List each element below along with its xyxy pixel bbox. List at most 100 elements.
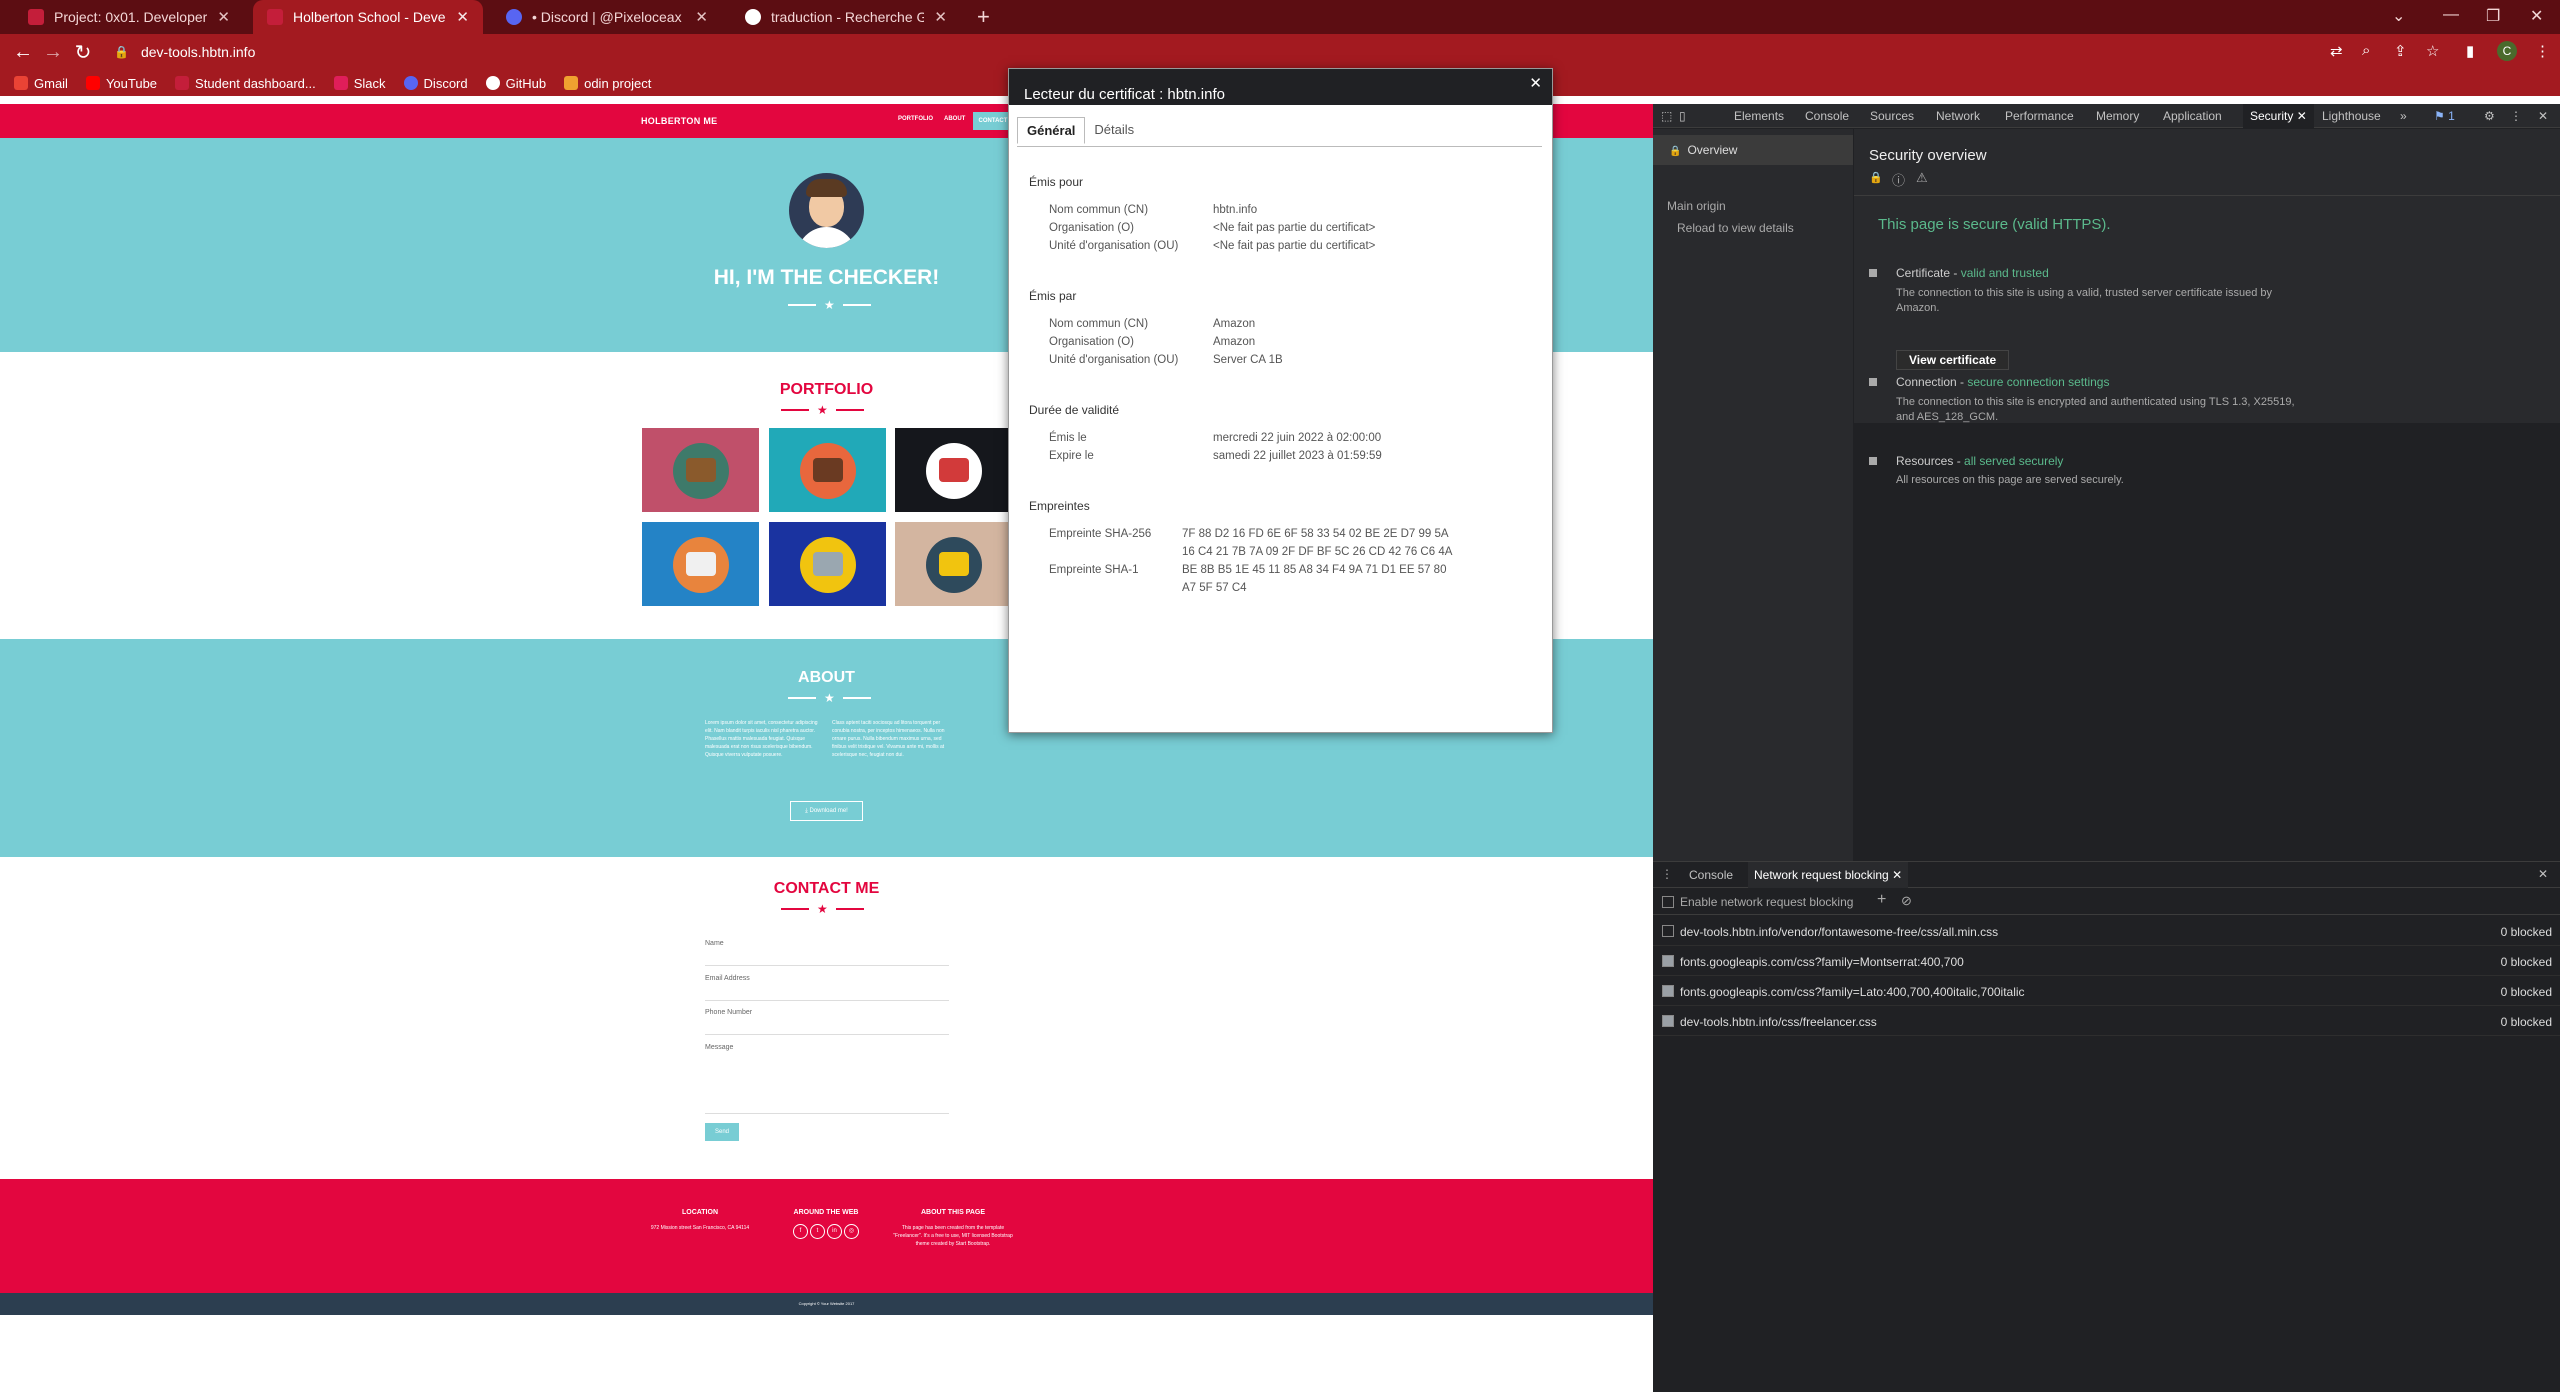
tab-security[interactable]: Security ✕ bbox=[2243, 104, 2314, 128]
certificate-tabs: Général Détails bbox=[1017, 117, 1143, 144]
twitter-icon[interactable]: t bbox=[810, 1224, 825, 1239]
reload-hint[interactable]: Reload to view details bbox=[1677, 221, 1794, 235]
portfolio-item-cake[interactable] bbox=[769, 428, 886, 512]
portfolio-item-cabin[interactable] bbox=[642, 428, 759, 512]
close-tab-icon[interactable]: ✕ bbox=[217, 8, 230, 26]
nav-portfolio[interactable]: PORTFOLIO bbox=[898, 116, 933, 122]
blocking-pattern-row[interactable]: fonts.googleapis.com/css?family=Lato:400… bbox=[1653, 976, 2560, 1006]
forward-icon[interactable]: → bbox=[38, 41, 68, 64]
tab-console[interactable]: Console bbox=[1805, 109, 1849, 123]
close-tab-icon[interactable]: ✕ bbox=[456, 8, 469, 26]
close-devtools-icon[interactable]: ✕ bbox=[2538, 109, 2548, 123]
tab-google[interactable]: traduction - Recherche Google ✕ bbox=[731, 0, 961, 34]
pattern-checkbox[interactable] bbox=[1662, 955, 1674, 967]
tab-general[interactable]: Général bbox=[1017, 117, 1086, 144]
nav-about[interactable]: ABOUT bbox=[944, 116, 965, 122]
close-window-icon[interactable]: ✕ bbox=[2530, 6, 2543, 26]
view-certificate-button[interactable]: View certificate bbox=[1896, 350, 2010, 370]
pattern-checkbox[interactable] bbox=[1662, 985, 1674, 997]
drawer-tab-console[interactable]: Console bbox=[1689, 868, 1733, 882]
bookmark-student-dashboard[interactable]: Student dashboard... bbox=[175, 76, 316, 91]
address-bar[interactable]: 🔒 dev-tools.hbtn.info bbox=[114, 40, 2354, 64]
close-drawer-icon[interactable]: ✕ bbox=[2538, 867, 2548, 881]
translate-icon[interactable]: ⇄ bbox=[2330, 42, 2343, 60]
restore-icon[interactable]: ❐ bbox=[2486, 6, 2500, 26]
phone-field[interactable]: Phone Number bbox=[705, 1009, 949, 1035]
enable-blocking-checkbox[interactable] bbox=[1662, 896, 1674, 908]
device-toggle-icon[interactable]: ▯ bbox=[1679, 109, 1686, 123]
drawer-tab-network-request-blocking[interactable]: Network request blocking ✕ bbox=[1748, 862, 1909, 888]
star-icon: ★ bbox=[824, 691, 835, 705]
tab-performance[interactable]: Performance bbox=[2005, 109, 2074, 123]
email-field[interactable]: Email Address bbox=[705, 975, 949, 1001]
tab-label: Security bbox=[2250, 109, 2294, 123]
issued-to-heading: Émis pour bbox=[1029, 175, 1084, 189]
bookmark-github[interactable]: GitHub bbox=[485, 76, 546, 91]
reload-icon[interactable]: ↻ bbox=[68, 40, 98, 65]
profile-avatar[interactable]: C bbox=[2497, 41, 2517, 61]
blocking-pattern-row[interactable]: fonts.googleapis.com/css?family=Montserr… bbox=[1653, 946, 2560, 976]
tab-network[interactable]: Network bbox=[1936, 109, 1980, 123]
add-pattern-icon[interactable]: + bbox=[1877, 891, 1886, 909]
star-icon: ★ bbox=[817, 902, 828, 916]
clear-patterns-icon[interactable]: ⊘ bbox=[1901, 893, 1912, 909]
drawer-menu-icon[interactable]: ⋮ bbox=[1661, 867, 1673, 881]
inspect-icon[interactable]: ⬚ bbox=[1661, 109, 1672, 123]
footer-location: LOCATION 972 Mission street San Francisc… bbox=[640, 1209, 760, 1232]
tab-search-icon[interactable]: ⌄ bbox=[2392, 6, 2405, 26]
minimize-icon[interactable]: — bbox=[2443, 6, 2459, 24]
tab-details[interactable]: Détails bbox=[1085, 117, 1143, 144]
dribbble-icon[interactable]: ◎ bbox=[844, 1224, 859, 1239]
portfolio-item-game[interactable] bbox=[642, 522, 759, 606]
bookmark-gmail[interactable]: Gmail bbox=[14, 76, 68, 91]
field-value: samedi 22 juillet 2023 à 01:59:59 bbox=[1213, 450, 1382, 462]
bookmark-youtube[interactable]: YouTube bbox=[85, 76, 157, 91]
bookmark-star-icon[interactable]: ☆ bbox=[2426, 42, 2439, 60]
tab-application[interactable]: Application bbox=[2163, 109, 2222, 123]
message-field[interactable]: Message bbox=[705, 1044, 949, 1114]
portfolio-item-submarine[interactable] bbox=[895, 522, 1008, 606]
linkedin-icon[interactable]: in bbox=[827, 1224, 842, 1239]
portfolio-item-circus[interactable] bbox=[895, 428, 1012, 512]
send-button[interactable]: Send bbox=[705, 1123, 739, 1141]
nav-contact[interactable]: CONTACT bbox=[973, 112, 1013, 130]
blocking-pattern-row[interactable]: dev-tools.hbtn.info/css/freelancer.css 0… bbox=[1653, 1006, 2560, 1036]
tab-lighthouse[interactable]: Lighthouse bbox=[2322, 109, 2381, 123]
side-panel-icon[interactable]: ▮ bbox=[2466, 42, 2474, 60]
pattern-checkbox[interactable] bbox=[1662, 925, 1674, 937]
tab-holberton[interactable]: Holberton School - Developer to ✕ bbox=[253, 0, 483, 34]
more-tabs-icon[interactable]: » bbox=[2400, 109, 2407, 123]
close-tab-icon[interactable]: ✕ bbox=[2297, 109, 2307, 123]
blocking-pattern-row[interactable]: dev-tools.hbtn.info/vendor/fontawesome-f… bbox=[1653, 916, 2560, 946]
tab-project[interactable]: Project: 0x01. Developer tools | H ✕ bbox=[14, 0, 244, 34]
bookmark-discord[interactable]: Discord bbox=[403, 76, 468, 91]
share-icon[interactable]: ⇪ bbox=[2394, 42, 2407, 60]
issues-badge[interactable]: ⚑ 1 bbox=[2434, 109, 2455, 123]
zoom-icon[interactable]: ⌕ bbox=[2362, 42, 2370, 59]
portfolio-item-safe[interactable] bbox=[769, 522, 886, 606]
facebook-icon[interactable]: f bbox=[793, 1224, 808, 1239]
close-tab-icon[interactable]: ✕ bbox=[934, 8, 947, 26]
pattern-checkbox[interactable] bbox=[1662, 1015, 1674, 1027]
settings-gear-icon[interactable]: ⚙ bbox=[2484, 109, 2495, 123]
menu-icon[interactable]: ⋮ bbox=[2535, 42, 2550, 60]
bookmark-odin-project[interactable]: odin project bbox=[564, 76, 651, 91]
tab-memory[interactable]: Memory bbox=[2096, 109, 2139, 123]
lock-icon[interactable]: 🔒 bbox=[114, 45, 129, 59]
name-field[interactable]: Name bbox=[705, 940, 949, 966]
new-tab-icon[interactable]: + bbox=[977, 4, 990, 30]
back-icon[interactable]: ← bbox=[8, 41, 38, 64]
site-brand[interactable]: HOLBERTON ME bbox=[641, 116, 717, 126]
sidebar-item-overview[interactable]: 🔒 Overview bbox=[1653, 135, 1853, 165]
more-options-icon[interactable]: ⋮ bbox=[2510, 109, 2522, 123]
close-tab-icon[interactable]: ✕ bbox=[1892, 868, 1902, 882]
discord-favicon-icon bbox=[506, 9, 522, 25]
tab-elements[interactable]: Elements bbox=[1734, 109, 1784, 123]
footer-heading: ABOUT THIS PAGE bbox=[920, 1209, 986, 1216]
bookmark-slack[interactable]: Slack bbox=[333, 76, 386, 91]
download-button[interactable]: ⤓ Download me! bbox=[790, 801, 863, 821]
tab-sources[interactable]: Sources bbox=[1870, 109, 1914, 123]
close-tab-icon[interactable]: ✕ bbox=[695, 8, 708, 26]
tab-discord[interactable]: • Discord | @Pixeloceax ✕ bbox=[492, 0, 722, 34]
close-icon[interactable]: ✕ bbox=[1529, 74, 1542, 92]
